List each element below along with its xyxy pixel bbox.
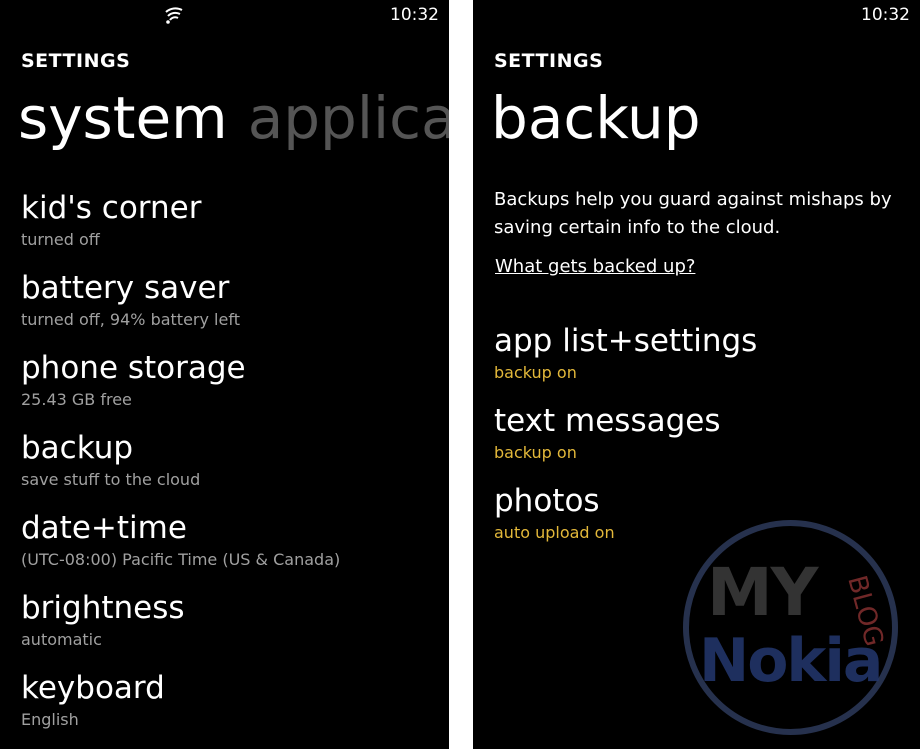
settings-backup-screen: 10:32 SETTINGS backup Backups help you g…: [473, 0, 920, 749]
app-header: SETTINGS: [21, 50, 131, 72]
list-item-date-time[interactable]: date+time (UTC-08:00) Pacific Time (US &…: [21, 506, 340, 586]
wifi-signal-icon: [165, 7, 183, 24]
list-item-subtitle: (UTC-08:00) Pacific Time (US & Canada): [21, 550, 341, 569]
watermark-text: Nokia: [699, 626, 883, 696]
list-item-subtitle: turned off: [21, 230, 100, 249]
list-item-title: photos: [494, 483, 600, 519]
list-item-title: brightness: [21, 590, 185, 626]
backup-options-list: app list+settings backup on text message…: [494, 319, 757, 559]
app-header: SETTINGS: [494, 50, 604, 72]
list-item-brightness[interactable]: brightness automatic: [21, 586, 340, 666]
pivot-header: system applicat: [18, 78, 449, 158]
list-item-title: app list+settings: [494, 323, 758, 359]
list-item-title: kid's corner: [21, 190, 202, 226]
what-gets-backed-up-link[interactable]: What gets backed up?: [495, 256, 695, 277]
watermark-text: MY: [707, 554, 818, 631]
list-item-title: backup: [21, 430, 134, 466]
list-item-text-messages[interactable]: text messages backup on: [494, 399, 757, 479]
settings-list: kid's corner turned off battery saver tu…: [21, 186, 340, 746]
list-item-status: backup on: [494, 443, 577, 462]
list-item-status: backup on: [494, 363, 577, 382]
list-item-subtitle: English: [21, 710, 79, 729]
backup-description: Backups help you guard against mishaps b…: [494, 189, 892, 238]
list-item-app-list-settings[interactable]: app list+settings backup on: [494, 319, 757, 399]
list-item-subtitle: 25.43 GB free: [21, 390, 132, 409]
list-item-kids-corner[interactable]: kid's corner turned off: [21, 186, 340, 266]
list-item-battery-saver[interactable]: battery saver turned off, 94% battery le…: [21, 266, 340, 346]
list-item-subtitle: turned off, 94% battery left: [21, 310, 240, 329]
settings-system-screen: 10:32 SETTINGS system applicat kid's corn…: [0, 0, 449, 749]
list-item-phone-storage[interactable]: phone storage 25.43 GB free: [21, 346, 340, 426]
list-item-title: keyboard: [21, 670, 165, 706]
list-item-subtitle: save stuff to the cloud: [21, 470, 201, 489]
list-item-title: date+time: [21, 510, 187, 546]
page-title-text: backup: [491, 84, 701, 152]
pivot-item-applications[interactable]: applicat: [248, 84, 449, 152]
page-title: backup: [491, 78, 701, 158]
list-item-title: phone storage: [21, 350, 246, 386]
watermark-logo: MY Nokia BLOG: [683, 520, 898, 735]
list-item-title: text messages: [494, 403, 721, 439]
status-clock: 10:32: [861, 5, 910, 25]
list-item-backup[interactable]: backup save stuff to the cloud: [21, 426, 340, 506]
list-item-title: battery saver: [21, 270, 230, 306]
pivot-item-system[interactable]: system: [18, 84, 228, 152]
list-item-status: auto upload on: [494, 523, 615, 542]
list-item-subtitle: automatic: [21, 630, 102, 649]
list-item-keyboard[interactable]: keyboard English: [21, 666, 340, 746]
status-clock: 10:32: [390, 5, 439, 25]
